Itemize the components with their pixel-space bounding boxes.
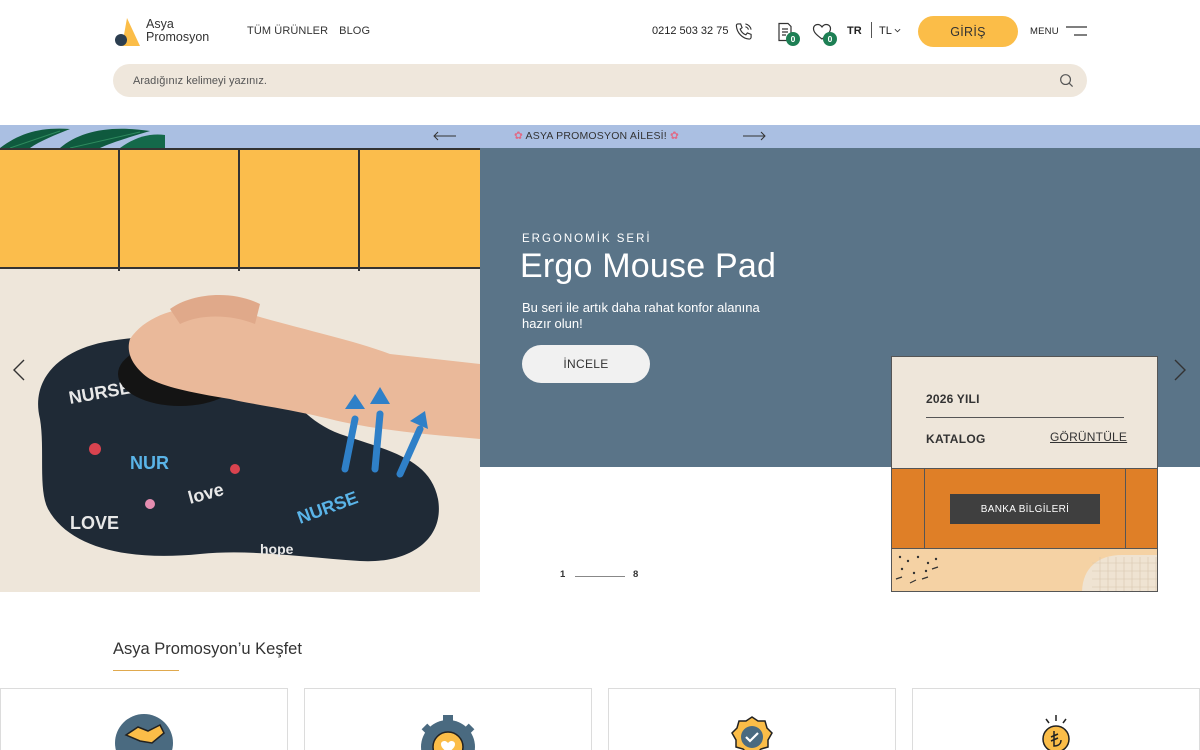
- logo[interactable]: Asya Promosyon: [114, 16, 224, 48]
- catalog-year: 2026 YILI: [926, 392, 980, 406]
- announcement-text: ✿ ASYA PROMOSYON AİLESİ! ✿: [514, 130, 679, 142]
- search-input[interactable]: [133, 72, 1033, 89]
- slider-progress-line: [575, 576, 625, 577]
- slider-next-arrow-icon[interactable]: [1173, 358, 1187, 382]
- tile-divider: [358, 150, 360, 271]
- handshake-icon: [115, 714, 173, 750]
- login-button[interactable]: GİRİŞ: [918, 16, 1018, 47]
- flower-icon: ✿: [514, 130, 523, 142]
- discover-card-coin[interactable]: [912, 688, 1200, 750]
- announcement-bar: ✿ ASYA PROMOSYON AİLESİ! ✿: [0, 125, 1200, 148]
- nav-all-products[interactable]: TÜM ÜRÜNLER: [247, 25, 328, 37]
- announcement-next-arrow-icon[interactable]: [742, 131, 766, 141]
- quote-count-badge: 0: [786, 32, 800, 46]
- svg-text:LOVE: LOVE: [70, 513, 119, 533]
- search-icon[interactable]: [1059, 73, 1074, 88]
- tile-divider: [238, 150, 240, 271]
- hero-description: Bu seri ile artık daha rahat konfor alan…: [522, 300, 760, 331]
- coin-icon: [1042, 715, 1070, 750]
- announcement-prev-arrow-icon[interactable]: [433, 131, 457, 141]
- discover-card-gear[interactable]: [304, 688, 592, 750]
- discover-cards: [0, 688, 1200, 750]
- hamburger-menu-icon[interactable]: [1066, 25, 1087, 37]
- slider-current-page: 1: [560, 569, 566, 580]
- flower-icon: ✿: [670, 130, 680, 142]
- catalog-card: 2026 YILI KATALOG GÖRÜNTÜLE BANKA BİLGİL…: [891, 356, 1158, 592]
- hero-eyebrow: ERGONOMİK SERİ: [522, 233, 652, 245]
- currency-selector[interactable]: TL: [879, 25, 892, 37]
- tile-divider: [118, 150, 120, 271]
- leaves-decoration: [0, 128, 165, 148]
- catalog-orange-band: BANKA BİLGİLERİ: [892, 468, 1157, 550]
- favorites-count-badge: 0: [823, 32, 837, 46]
- phone-icon[interactable]: [734, 22, 753, 41]
- site-header: Asya Promosyon TÜM ÜRÜNLER BLOG 0212 503…: [0, 0, 1200, 62]
- language-selector[interactable]: TR: [847, 25, 862, 37]
- hero-slider: ✿ ASYA PROMOSYON AİLESİ! ✿ NURSE NUR lov…: [0, 125, 1200, 592]
- announcement-label: ASYA PROMOSYON AİLESİ!: [525, 130, 667, 142]
- catalog-decoration: [892, 549, 1157, 591]
- catalog-view-link[interactable]: GÖRÜNTÜLE: [1050, 430, 1127, 444]
- divider: [871, 22, 872, 38]
- phone-number[interactable]: 0212 503 32 75: [652, 25, 728, 37]
- chevron-down-icon[interactable]: [894, 27, 901, 34]
- discover-title: Asya Promosyon’u Keşfet: [113, 640, 302, 658]
- quality-badge-icon: [731, 716, 773, 750]
- discover-card-handshake[interactable]: [0, 688, 288, 750]
- svg-text:hope: hope: [260, 541, 294, 557]
- discover-underline: [113, 670, 179, 671]
- bank-info-button[interactable]: BANKA BİLGİLERİ: [950, 494, 1100, 524]
- nav-blog[interactable]: BLOG: [339, 25, 370, 37]
- mouse-pad-illustration: NURSE NUR love LOVE NURSE hope: [38, 294, 480, 562]
- svg-text:NUR: NUR: [130, 453, 169, 473]
- search-bar: [113, 64, 1087, 97]
- slider-prev-arrow-icon[interactable]: [12, 358, 26, 382]
- logo-text: Asya Promosyon: [146, 18, 209, 44]
- logo-line2: Promosyon: [146, 30, 210, 44]
- catalog-label: KATALOG: [926, 432, 986, 446]
- hero-title: Ergo Mouse Pad: [520, 247, 777, 285]
- hero-product-image: NURSE NUR love LOVE NURSE hope: [0, 148, 480, 592]
- tile-wall: [0, 148, 480, 271]
- divider: [926, 417, 1124, 418]
- inspect-button[interactable]: İNCELE: [522, 345, 650, 383]
- discover-card-quality[interactable]: [608, 688, 896, 750]
- gear-heart-icon: [421, 715, 475, 750]
- main-nav: TÜM ÜRÜNLER BLOG: [247, 25, 370, 37]
- menu-label[interactable]: MENU: [1030, 26, 1059, 37]
- band-divider: [924, 469, 925, 550]
- logo-mark-icon: [115, 18, 140, 46]
- slider-total-pages: 8: [633, 569, 639, 580]
- band-divider: [1125, 469, 1126, 550]
